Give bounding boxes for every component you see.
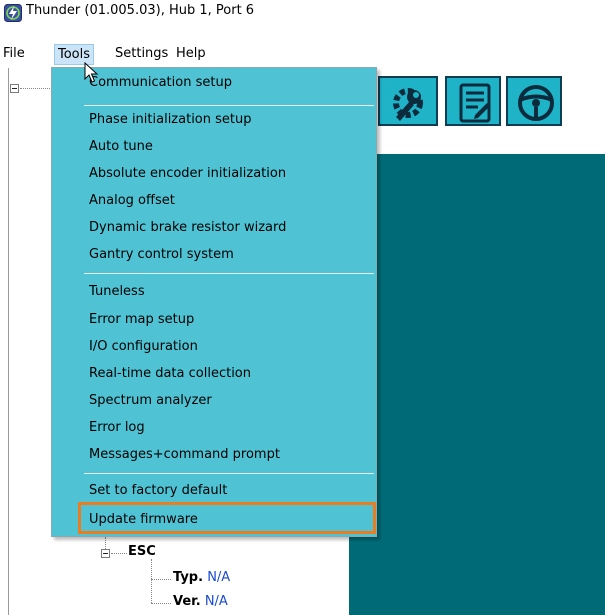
wrench-gear-icon <box>393 88 423 121</box>
typ-label: Typ. <box>173 570 204 585</box>
menu-separator <box>84 273 374 274</box>
typ-value: N/A <box>207 570 231 585</box>
menu-item-absolute-encoder-initialization[interactable]: Absolute encoder initialization <box>89 165 286 183</box>
menu-item-gantry-control-system[interactable]: Gantry control system <box>89 246 234 264</box>
menu-file[interactable]: File <box>0 44 28 65</box>
document-edit-icon <box>459 83 491 123</box>
menu-item-spectrum-analyzer[interactable]: Spectrum analyzer <box>89 392 212 410</box>
menu-separator <box>84 473 374 474</box>
tools-menu-dropdown: Communication setup Phase initialization… <box>51 67 377 537</box>
tree-node-ver[interactable]: Ver. N/A <box>173 594 228 609</box>
menu-settings[interactable]: Settings <box>112 44 171 65</box>
tree-root-collapse-toggle[interactable] <box>10 84 19 93</box>
menu-help[interactable]: Help <box>173 44 209 65</box>
menu-item-error-log[interactable]: Error log <box>89 419 145 437</box>
menu-item-analog-offset[interactable]: Analog offset <box>89 192 175 210</box>
ver-label: Ver. <box>173 594 201 609</box>
tree-connector <box>20 88 50 89</box>
menu-separator <box>84 105 374 106</box>
update-firmware-highlight <box>78 502 376 534</box>
menu-item-auto-tune[interactable]: Auto tune <box>89 138 153 156</box>
menu-item-phase-initialization-setup[interactable]: Phase initialization setup <box>89 111 252 129</box>
mouse-cursor-icon <box>84 62 99 83</box>
document-tool-button[interactable] <box>445 76 501 126</box>
steering-wheel-icon <box>518 85 554 121</box>
menu-item-tuneless[interactable]: Tuneless <box>89 283 145 301</box>
ver-value: N/A <box>204 594 228 609</box>
menu-item-dynamic-brake-resistor-wizard[interactable]: Dynamic brake resistor wizard <box>89 219 286 237</box>
menu-item-real-time-data-collection[interactable]: Real-time data collection <box>89 365 251 383</box>
tree-connector <box>151 603 171 604</box>
tree-connector <box>111 553 127 554</box>
menu-item-messages-command-prompt[interactable]: Messages+command prompt <box>89 446 280 464</box>
tree-connector <box>151 559 152 603</box>
menu-item-set-to-factory-default[interactable]: Set to factory default <box>89 482 227 500</box>
tree-connector <box>151 579 171 580</box>
tree-esc-collapse-toggle[interactable] <box>101 549 110 558</box>
settings-tool-button[interactable] <box>378 76 438 126</box>
tree-node-esc[interactable]: ESC <box>128 544 156 559</box>
steering-tool-button[interactable] <box>506 76 562 126</box>
title-bar: Thunder (01.005.03), Hub 1, Port 6 <box>0 0 605 40</box>
menu-item-io-configuration[interactable]: I/O configuration <box>89 338 198 356</box>
window-title: Thunder (01.005.03), Hub 1, Port 6 <box>26 3 255 18</box>
menu-item-communication-setup[interactable]: Communication setup <box>89 74 232 92</box>
thunder-logo-icon <box>4 4 22 22</box>
tree-node-typ[interactable]: Typ. N/A <box>173 570 230 585</box>
tree-connector <box>105 537 106 549</box>
menu-item-error-map-setup[interactable]: Error map setup <box>89 311 194 329</box>
